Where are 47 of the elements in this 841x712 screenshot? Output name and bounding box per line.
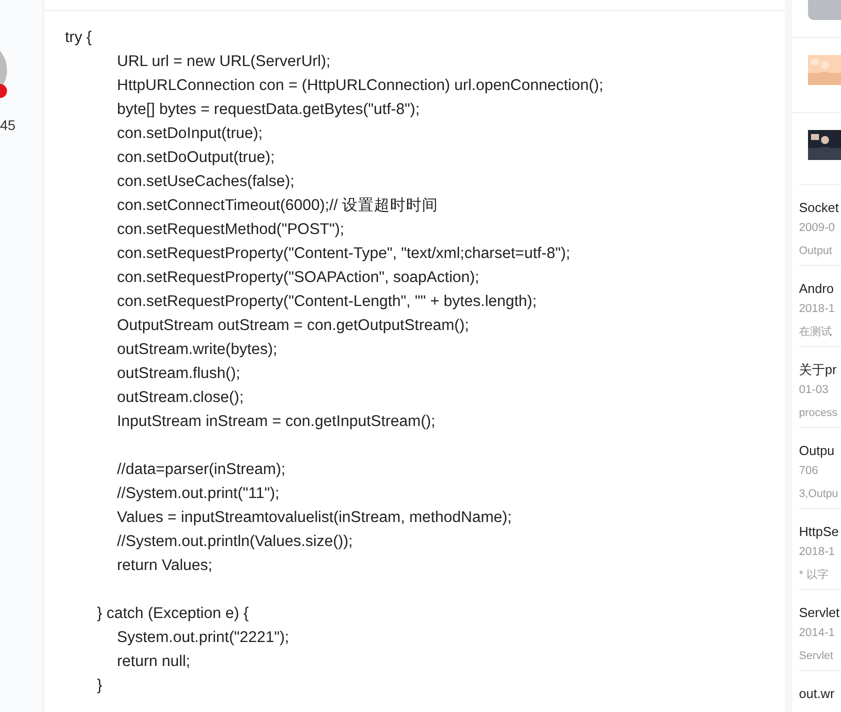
code-line: OutputStream outStream = con.getOutputStream(); bbox=[117, 317, 469, 334]
article-snippet: Output bbox=[799, 244, 834, 259]
code-line: outStream.close(); bbox=[117, 389, 244, 406]
article-snippet: 在测试 bbox=[799, 325, 833, 340]
article-date: 2014-1 bbox=[799, 626, 836, 641]
code-line: con.setRequestProperty("Content-Type", "text/xml;charset=utf-8"); bbox=[117, 245, 570, 262]
article-snippet: * 以字 bbox=[799, 568, 830, 583]
article-date: 2018-1 bbox=[799, 545, 836, 560]
article-snippet: Servlet bbox=[799, 649, 834, 664]
image-placeholder bbox=[808, 0, 841, 20]
article-title[interactable]: HttpSe bbox=[799, 524, 841, 540]
code-line: outStream.write(bytes); bbox=[117, 341, 278, 358]
article-snippet: 3,Outpu bbox=[799, 487, 840, 502]
code-line: con.setRequestProperty("SOAPAction", soapAction); bbox=[117, 269, 480, 286]
code-line: } catch (Exception e) { bbox=[97, 605, 249, 622]
code-line: byte[] bytes = requestData.getBytes("utf-8"); bbox=[117, 101, 420, 118]
code-line: return Values; bbox=[117, 557, 212, 574]
article-title[interactable]: Socket bbox=[799, 200, 841, 216]
code-line: con.setUseCaches(false); bbox=[117, 173, 294, 190]
code-line: con.setConnectTimeout(6000);// 设置超时时间 bbox=[117, 197, 438, 214]
code-line: con.setDoOutput(true); bbox=[117, 149, 275, 166]
article-date: 2018-1 bbox=[799, 302, 836, 317]
follower-count: 45 bbox=[0, 116, 16, 135]
code-line: HttpURLConnection con = (HttpURLConnection) url.openConnection(); bbox=[117, 77, 604, 94]
article-title[interactable]: out.wr bbox=[799, 686, 841, 702]
code-line: return null; bbox=[117, 653, 190, 670]
article-date: 2009-0 bbox=[799, 221, 836, 236]
code-line: try { bbox=[65, 29, 92, 46]
article-date: 706 bbox=[799, 464, 820, 479]
code-line: //data=parser(inStream); bbox=[117, 461, 286, 478]
code-line: Values = inputStreamtovaluelist(inStream, methodName); bbox=[117, 509, 512, 526]
code-line: System.out.print("2221"); bbox=[117, 629, 290, 646]
code-line: con.setRequestMethod("POST"); bbox=[117, 221, 344, 238]
code-line: con.setDoInput(true); bbox=[117, 125, 263, 142]
code-line: con.setRequestProperty("Content-Length", "" + bytes.length); bbox=[117, 293, 537, 310]
article-title[interactable]: Outpu bbox=[799, 443, 841, 459]
article-snippet: process bbox=[799, 406, 839, 421]
article-title[interactable]: Servlet bbox=[799, 605, 841, 621]
article-title[interactable]: 关于pr bbox=[799, 362, 841, 378]
code-line: URL url = new URL(ServerUrl); bbox=[117, 53, 330, 70]
code-line: InputStream inStream = con.getInputStream(); bbox=[117, 413, 436, 430]
code-line: } bbox=[97, 677, 102, 694]
article-title[interactable]: Andro bbox=[799, 281, 841, 297]
article-date: 01-03 bbox=[799, 383, 830, 398]
code-line: //System.out.println(Values.size()); bbox=[117, 533, 353, 550]
code-line: outStream.flush(); bbox=[117, 365, 240, 382]
code-line: //System.out.print("11"); bbox=[117, 485, 280, 502]
